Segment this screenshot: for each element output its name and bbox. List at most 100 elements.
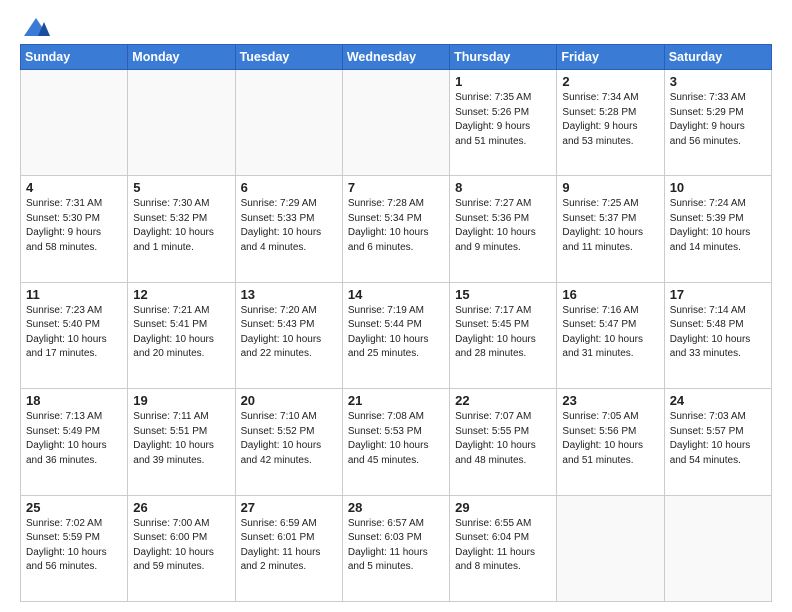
day-info: Sunrise: 7:07 AM Sunset: 5:55 PM Dayligh…	[455, 410, 551, 468]
day-number: 16	[562, 287, 658, 302]
header	[20, 16, 772, 38]
day-info: Sunrise: 7:27 AM Sunset: 5:36 PM Dayligh…	[455, 197, 551, 255]
calendar-cell	[21, 70, 128, 176]
calendar-cell: 11 Sunrise: 7:23 AM Sunset: 5:40 PM Dayli…	[21, 282, 128, 388]
calendar-week-2: 4 Sunrise: 7:31 AM Sunset: 5:30 PM Daylig…	[21, 176, 772, 282]
day-number: 20	[241, 393, 337, 408]
calendar-cell: 26 Sunrise: 7:00 AM Sunset: 6:00 PM Dayli…	[128, 495, 235, 601]
calendar-header-thursday: Thursday	[450, 45, 557, 70]
day-info: Sunrise: 7:23 AM Sunset: 5:40 PM Dayligh…	[26, 304, 122, 362]
day-number: 28	[348, 500, 444, 515]
day-number: 10	[670, 180, 766, 195]
calendar-cell: 27 Sunrise: 6:59 AM Sunset: 6:01 PM Dayli…	[235, 495, 342, 601]
day-number: 4	[26, 180, 122, 195]
calendar-cell: 18 Sunrise: 7:13 AM Sunset: 5:49 PM Dayli…	[21, 389, 128, 495]
day-info: Sunrise: 7:24 AM Sunset: 5:39 PM Dayligh…	[670, 197, 766, 255]
calendar-cell	[342, 70, 449, 176]
day-info: Sunrise: 7:16 AM Sunset: 5:47 PM Dayligh…	[562, 304, 658, 362]
calendar-header-monday: Monday	[128, 45, 235, 70]
day-info: Sunrise: 7:21 AM Sunset: 5:41 PM Dayligh…	[133, 304, 229, 362]
calendar-cell: 14 Sunrise: 7:19 AM Sunset: 5:44 PM Dayli…	[342, 282, 449, 388]
day-number: 15	[455, 287, 551, 302]
day-number: 11	[26, 287, 122, 302]
calendar-cell: 6 Sunrise: 7:29 AM Sunset: 5:33 PM Daylig…	[235, 176, 342, 282]
day-number: 6	[241, 180, 337, 195]
day-number: 8	[455, 180, 551, 195]
calendar-cell: 28 Sunrise: 6:57 AM Sunset: 6:03 PM Dayli…	[342, 495, 449, 601]
calendar-cell: 7 Sunrise: 7:28 AM Sunset: 5:34 PM Daylig…	[342, 176, 449, 282]
day-info: Sunrise: 7:35 AM Sunset: 5:26 PM Dayligh…	[455, 91, 551, 149]
day-info: Sunrise: 7:03 AM Sunset: 5:57 PM Dayligh…	[670, 410, 766, 468]
calendar-cell	[128, 70, 235, 176]
calendar-cell: 8 Sunrise: 7:27 AM Sunset: 5:36 PM Daylig…	[450, 176, 557, 282]
day-number: 26	[133, 500, 229, 515]
day-number: 1	[455, 74, 551, 89]
calendar-cell: 24 Sunrise: 7:03 AM Sunset: 5:57 PM Dayli…	[664, 389, 771, 495]
day-number: 25	[26, 500, 122, 515]
day-number: 7	[348, 180, 444, 195]
calendar-cell: 9 Sunrise: 7:25 AM Sunset: 5:37 PM Daylig…	[557, 176, 664, 282]
calendar-cell: 4 Sunrise: 7:31 AM Sunset: 5:30 PM Daylig…	[21, 176, 128, 282]
day-info: Sunrise: 7:13 AM Sunset: 5:49 PM Dayligh…	[26, 410, 122, 468]
day-number: 24	[670, 393, 766, 408]
calendar-cell: 19Sunrise: 7:11 AM Sunset: 5:51 PM Dayli…	[128, 389, 235, 495]
day-number: 2	[562, 74, 658, 89]
calendar-cell: 21 Sunrise: 7:08 AM Sunset: 5:53 PM Dayli…	[342, 389, 449, 495]
day-info: Sunrise: 7:29 AM Sunset: 5:33 PM Dayligh…	[241, 197, 337, 255]
day-number: 27	[241, 500, 337, 515]
calendar-header-wednesday: Wednesday	[342, 45, 449, 70]
calendar-cell: 12 Sunrise: 7:21 AM Sunset: 5:41 PM Dayli…	[128, 282, 235, 388]
day-info: Sunrise: 7:20 AM Sunset: 5:43 PM Dayligh…	[241, 304, 337, 362]
day-number: 13	[241, 287, 337, 302]
day-info: Sunrise: 6:59 AM Sunset: 6:01 PM Dayligh…	[241, 517, 337, 575]
calendar-cell: 1 Sunrise: 7:35 AM Sunset: 5:26 PM Daylig…	[450, 70, 557, 176]
calendar-header-sunday: Sunday	[21, 45, 128, 70]
calendar-cell: 22 Sunrise: 7:07 AM Sunset: 5:55 PM Dayli…	[450, 389, 557, 495]
logo-icon	[22, 16, 50, 38]
day-number: 12	[133, 287, 229, 302]
day-number: 9	[562, 180, 658, 195]
calendar-cell: 16 Sunrise: 7:16 AM Sunset: 5:47 PM Dayli…	[557, 282, 664, 388]
calendar-cell	[235, 70, 342, 176]
day-info: Sunrise: 7:10 AM Sunset: 5:52 PM Dayligh…	[241, 410, 337, 468]
calendar-header-friday: Friday	[557, 45, 664, 70]
day-number: 18	[26, 393, 122, 408]
day-info: Sunrise: 7:19 AM Sunset: 5:44 PM Dayligh…	[348, 304, 444, 362]
day-info: Sunrise: 6:55 AM Sunset: 6:04 PM Dayligh…	[455, 517, 551, 575]
calendar-cell: 15Sunrise: 7:17 AM Sunset: 5:45 PM Dayli…	[450, 282, 557, 388]
calendar-cell: 17 Sunrise: 7:14 AM Sunset: 5:48 PM Dayli…	[664, 282, 771, 388]
day-info: Sunrise: 7:14 AM Sunset: 5:48 PM Dayligh…	[670, 304, 766, 362]
day-info: Sunrise: 7:33 AM Sunset: 5:29 PM Dayligh…	[670, 91, 766, 149]
calendar-week-4: 18 Sunrise: 7:13 AM Sunset: 5:49 PM Dayli…	[21, 389, 772, 495]
day-number: 5	[133, 180, 229, 195]
calendar-header-tuesday: Tuesday	[235, 45, 342, 70]
calendar-cell: 20 Sunrise: 7:10 AM Sunset: 5:52 PM Dayli…	[235, 389, 342, 495]
calendar-cell	[557, 495, 664, 601]
calendar-cell: 25 Sunrise: 7:02 AM Sunset: 5:59 PM Dayli…	[21, 495, 128, 601]
calendar-cell: 3 Sunrise: 7:33 AM Sunset: 5:29 PM Daylig…	[664, 70, 771, 176]
day-number: 3	[670, 74, 766, 89]
calendar-cell: 5Sunrise: 7:30 AM Sunset: 5:32 PM Daylig…	[128, 176, 235, 282]
day-number: 17	[670, 287, 766, 302]
calendar-cell: 10 Sunrise: 7:24 AM Sunset: 5:39 PM Dayli…	[664, 176, 771, 282]
day-info: Sunrise: 7:00 AM Sunset: 6:00 PM Dayligh…	[133, 517, 229, 575]
calendar-header-saturday: Saturday	[664, 45, 771, 70]
day-number: 23	[562, 393, 658, 408]
day-info: Sunrise: 7:08 AM Sunset: 5:53 PM Dayligh…	[348, 410, 444, 468]
page: SundayMondayTuesdayWednesdayThursdayFrid…	[0, 0, 792, 612]
calendar-week-3: 11 Sunrise: 7:23 AM Sunset: 5:40 PM Dayli…	[21, 282, 772, 388]
calendar-cell: 23Sunrise: 7:05 AM Sunset: 5:56 PM Dayli…	[557, 389, 664, 495]
day-number: 29	[455, 500, 551, 515]
day-info: Sunrise: 6:57 AM Sunset: 6:03 PM Dayligh…	[348, 517, 444, 575]
calendar-week-1: 1 Sunrise: 7:35 AM Sunset: 5:26 PM Daylig…	[21, 70, 772, 176]
calendar-cell: 13 Sunrise: 7:20 AM Sunset: 5:43 PM Dayli…	[235, 282, 342, 388]
day-info: Sunrise: 7:02 AM Sunset: 5:59 PM Dayligh…	[26, 517, 122, 575]
day-info: Sunrise: 7:28 AM Sunset: 5:34 PM Dayligh…	[348, 197, 444, 255]
day-number: 14	[348, 287, 444, 302]
day-info: Sunrise: 7:25 AM Sunset: 5:37 PM Dayligh…	[562, 197, 658, 255]
day-info: Sunrise: 7:11 AM Sunset: 5:51 PM Dayligh…	[133, 410, 229, 468]
day-info: Sunrise: 7:34 AM Sunset: 5:28 PM Dayligh…	[562, 91, 658, 149]
day-number: 21	[348, 393, 444, 408]
day-info: Sunrise: 7:31 AM Sunset: 5:30 PM Dayligh…	[26, 197, 122, 255]
day-number: 22	[455, 393, 551, 408]
